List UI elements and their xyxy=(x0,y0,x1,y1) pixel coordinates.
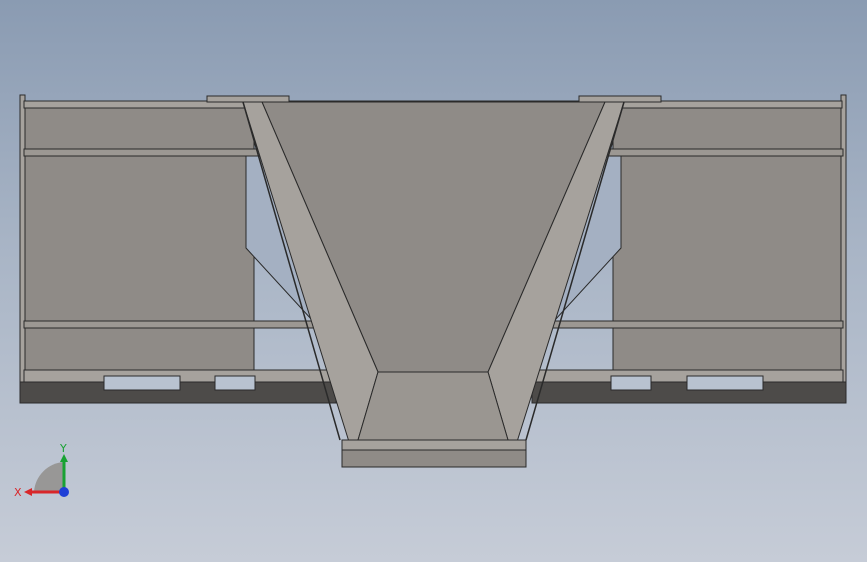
upper-rib-right xyxy=(606,148,844,157)
upper-rib-left xyxy=(23,148,261,157)
lower-rib-right xyxy=(550,320,844,329)
lower-rib-left xyxy=(23,320,317,329)
triad-y-label: Y xyxy=(59,442,67,455)
slot-left-1 xyxy=(103,375,181,391)
triad-y-arrow-icon xyxy=(60,454,68,462)
top-mount-tab-right xyxy=(578,95,662,103)
triad-x-label: X xyxy=(14,486,22,499)
graphics-viewport[interactable]: X Y xyxy=(0,0,867,562)
right-end-plate xyxy=(840,94,847,404)
left-end-plate xyxy=(19,94,26,404)
left-wing-plate xyxy=(23,101,255,383)
slot-left-2 xyxy=(214,375,256,391)
slot-right-1 xyxy=(610,375,652,391)
outlet-flange-bottom xyxy=(341,449,527,468)
outlet-flange-top xyxy=(341,439,527,451)
slot-right-2 xyxy=(686,375,764,391)
hopper-bottom-face xyxy=(357,371,509,441)
triad-x-arrow-icon xyxy=(24,488,32,496)
top-mount-tab-left xyxy=(206,95,290,103)
right-wing-plate xyxy=(612,101,844,383)
bucket-hopper-model[interactable] xyxy=(0,0,867,562)
triad-plane-wedge xyxy=(34,462,64,492)
triad-z-axis-dot xyxy=(59,487,69,497)
coordinate-triad: X Y xyxy=(14,442,69,499)
